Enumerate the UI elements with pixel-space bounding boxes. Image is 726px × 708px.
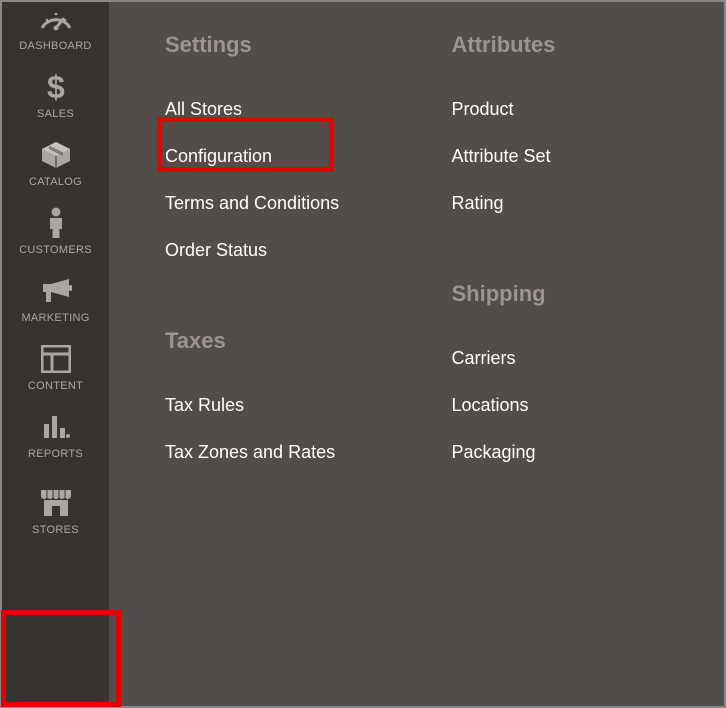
app-frame: DASHBOARD $ SALES CATALOG [0,0,726,708]
sidebar-item-label: MARKETING [21,312,89,324]
sidebar-item-reports[interactable]: REPORTS [2,400,109,468]
menu-link-configuration[interactable]: Configuration [165,133,412,180]
chart-icon [42,410,70,444]
sidebar-item-label: CONTENT [28,380,83,392]
menu-link-order-status[interactable]: Order Status [165,227,412,274]
sidebar-item-label: REPORTS [28,448,83,460]
menu-link-all-stores[interactable]: All Stores [165,86,412,133]
section-header-settings: Settings [165,32,412,58]
sidebar-item-customers[interactable]: CUSTOMERS [2,196,109,264]
flyout-right-column: Attributes Product Attribute Set Rating … [452,30,699,706]
section-header-taxes: Taxes [165,328,412,354]
box-icon [40,138,72,172]
layout-icon [41,342,71,376]
gauge-icon [38,2,74,36]
sidebar-item-marketing[interactable]: MARKETING [2,264,109,332]
sidebar-item-catalog[interactable]: CATALOG [2,128,109,196]
store-icon [39,486,73,520]
sidebar-item-label: STORES [32,524,79,536]
person-icon [47,206,65,240]
menu-link-carriers[interactable]: Carriers [452,335,699,382]
megaphone-icon [39,274,73,308]
stores-flyout-panel: Settings All Stores Configuration Terms … [109,2,724,706]
section-header-attributes: Attributes [452,32,699,58]
menu-link-attribute-set[interactable]: Attribute Set [452,133,699,180]
menu-link-rating[interactable]: Rating [452,180,699,227]
sidebar-item-stores[interactable]: STORES [2,468,109,552]
sidebar-item-label: CUSTOMERS [19,244,92,256]
menu-link-terms-conditions[interactable]: Terms and Conditions [165,180,412,227]
sidebar-item-label: SALES [37,108,74,120]
section-header-shipping: Shipping [452,281,699,307]
admin-sidebar: DASHBOARD $ SALES CATALOG [2,2,109,706]
svg-text:$: $ [46,70,64,104]
sidebar-item-dashboard[interactable]: DASHBOARD [2,2,109,60]
flyout-left-column: Settings All Stores Configuration Terms … [165,30,412,706]
sidebar-item-sales[interactable]: $ SALES [2,60,109,128]
menu-link-tax-zones-rates[interactable]: Tax Zones and Rates [165,429,412,476]
sidebar-item-label: DASHBOARD [19,40,91,52]
sidebar-item-label: CATALOG [29,176,82,188]
menu-link-locations[interactable]: Locations [452,382,699,429]
dollar-icon: $ [45,70,67,104]
sidebar-item-content[interactable]: CONTENT [2,332,109,400]
menu-link-tax-rules[interactable]: Tax Rules [165,382,412,429]
menu-link-product[interactable]: Product [452,86,699,133]
menu-link-packaging[interactable]: Packaging [452,429,699,476]
